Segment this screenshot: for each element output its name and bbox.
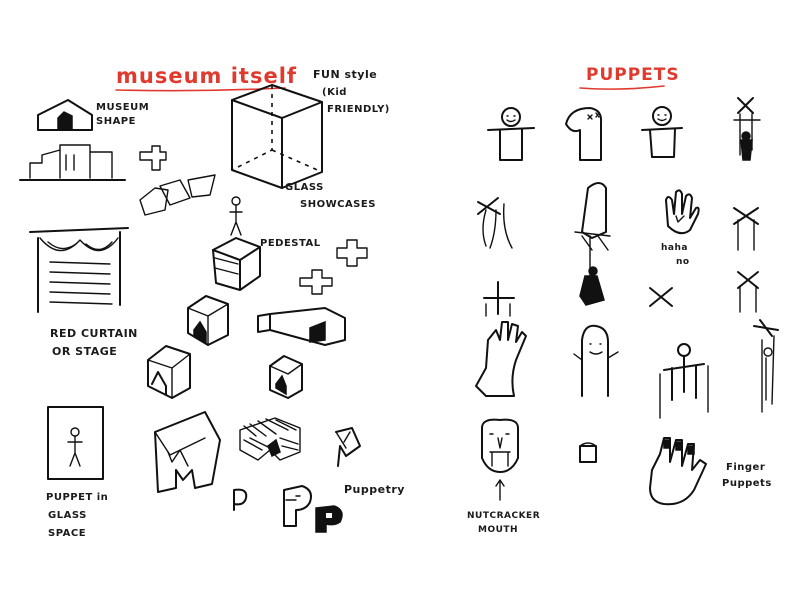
glass-showcase-cube bbox=[231, 84, 323, 189]
cross-control-icon bbox=[483, 281, 515, 317]
finger-cap-icon bbox=[579, 442, 597, 463]
hand-puppet-smile-icon bbox=[487, 107, 535, 161]
m-cube-icon-1 bbox=[187, 295, 229, 346]
marionette-crossed-icon bbox=[733, 97, 761, 161]
glass-label-2: SHOWCASES bbox=[300, 199, 376, 210]
open-hand-icon bbox=[665, 189, 700, 235]
p-logo-cube bbox=[335, 427, 361, 467]
nutcracker-label-1: NUTCRACKER bbox=[467, 511, 540, 521]
glass-label-1: GLASS bbox=[285, 182, 324, 193]
panel-strip-sketch bbox=[139, 174, 216, 216]
haha-label-2: no bbox=[676, 257, 690, 267]
pedestal-with-figure bbox=[212, 196, 261, 291]
museum-heading: museum itself bbox=[116, 64, 297, 88]
marionette-tangle-icon bbox=[477, 197, 513, 249]
museum-shape-label-1: MUSEUM bbox=[96, 102, 149, 113]
rod-puppet-icon bbox=[659, 343, 709, 419]
curtain-stage-sketch bbox=[29, 227, 129, 313]
museum-building-sketch bbox=[19, 144, 126, 181]
funstyle-label-3: FRIENDLY) bbox=[327, 104, 390, 115]
puppet-glass-label-2: GLASS bbox=[48, 510, 87, 521]
p-letter-bold bbox=[315, 505, 343, 533]
marionette-bar-icon-3 bbox=[737, 271, 759, 313]
string-puppet-figure-icon bbox=[753, 319, 779, 413]
puppet-glass-label-3: SPACE bbox=[48, 528, 86, 539]
waving-hand-puppet-icon bbox=[475, 321, 527, 397]
finger-label-2: Puppets bbox=[722, 478, 772, 489]
box-net-icon bbox=[139, 145, 167, 171]
finger-puppets-hand-icon bbox=[649, 437, 707, 506]
museum-shape-label-2: SHAPE bbox=[96, 116, 136, 127]
finger-label-1: Finger bbox=[726, 462, 765, 473]
funstyle-label-2: (Kid bbox=[322, 87, 347, 98]
m-logo-striped bbox=[239, 417, 301, 461]
dino-puppet-icon bbox=[565, 107, 603, 161]
museum-section: museum itself MUSEUM SHAPE FUN style (Ki… bbox=[19, 64, 405, 539]
puppet-in-glass-frame bbox=[47, 406, 104, 480]
marionette-bar-icon-2 bbox=[649, 287, 673, 307]
sketch-canvas: museum itself MUSEUM SHAPE FUN style (Ki… bbox=[19, 64, 779, 539]
puppets-section: PUPPETS haha no NUTCRACKER MOUTH Finger … bbox=[467, 65, 779, 535]
funstyle-label-1: FUN style bbox=[313, 68, 377, 81]
m-logo-large bbox=[154, 411, 221, 493]
m-cube-icon-3 bbox=[269, 355, 303, 399]
puppetry-label: Puppetry bbox=[344, 483, 405, 496]
curtain-label-1: RED CURTAIN bbox=[50, 327, 138, 340]
p-letter-outline bbox=[283, 485, 312, 527]
haha-label-1: haha bbox=[661, 243, 688, 253]
hand-with-marionette-icon bbox=[574, 182, 611, 306]
m-cube-icon-2 bbox=[147, 345, 191, 399]
sock-puppet-icon bbox=[573, 324, 619, 397]
p-letter-small bbox=[233, 488, 248, 511]
curtain-label-2: OR STAGE bbox=[52, 345, 117, 358]
glove-puppet-icon bbox=[641, 106, 683, 158]
puppet-glass-label-1: PUPPET in bbox=[46, 492, 108, 503]
pedestal-label: PEDESTAL bbox=[260, 238, 321, 249]
museum-shape-icon bbox=[37, 99, 93, 131]
nutcracker-label-2: MOUTH bbox=[478, 525, 518, 535]
marionette-bar-crossed-icon bbox=[733, 207, 759, 251]
banner-box-sketch bbox=[257, 307, 346, 346]
puppets-heading: PUPPETS bbox=[586, 65, 680, 85]
nutcracker-face-icon bbox=[481, 418, 519, 501]
